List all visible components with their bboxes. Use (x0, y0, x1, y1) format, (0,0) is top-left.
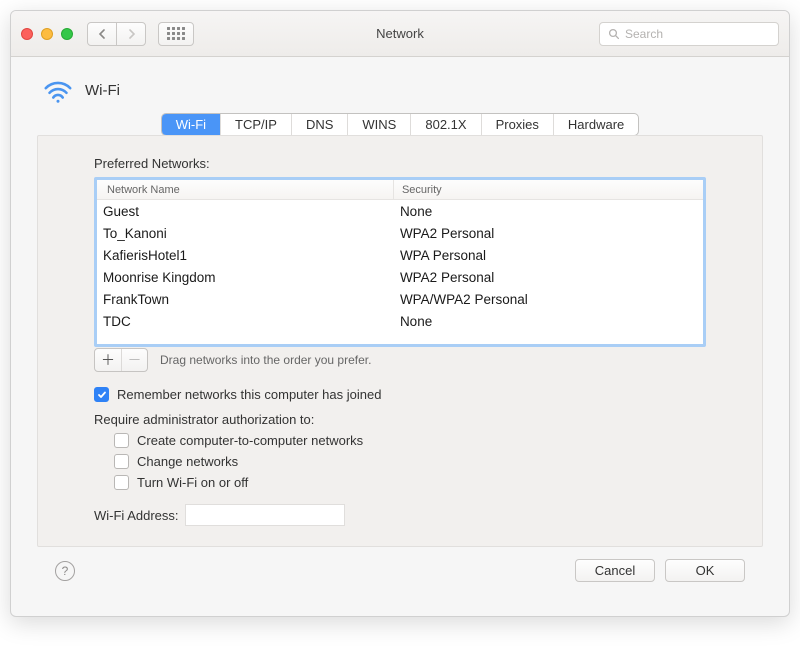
remove-network-button[interactable]: － (121, 349, 147, 371)
tab-tcpip[interactable]: TCP/IP (221, 114, 292, 135)
network-name: To_Kanoni (97, 226, 394, 241)
window-title: Network (376, 26, 424, 41)
network-security: WPA2 Personal (394, 270, 703, 285)
back-button[interactable] (87, 22, 117, 46)
zoom-window-button[interactable] (61, 28, 73, 40)
admin-toggle-checkbox[interactable]: Turn Wi-Fi on or off (114, 475, 706, 490)
network-window: Network Search Wi-Fi Wi-FiTCP/IPDNSWINS8… (10, 10, 790, 617)
settings-panel: Preferred Networks: Network Name Securit… (37, 135, 763, 547)
search-input[interactable]: Search (599, 22, 779, 46)
titlebar: Network Search (11, 11, 789, 57)
network-security: WPA2 Personal (394, 226, 703, 241)
table-row[interactable]: FrankTownWPA/WPA2 Personal (97, 288, 703, 310)
tab-proxies[interactable]: Proxies (482, 114, 554, 135)
column-network-name[interactable]: Network Name (97, 180, 394, 200)
table-row[interactable]: Moonrise KingdomWPA2 Personal (97, 266, 703, 288)
network-security: None (394, 204, 703, 219)
traffic-lights (21, 28, 73, 40)
admin-change-label: Change networks (137, 454, 238, 469)
admin-toggle-label: Turn Wi-Fi on or off (137, 475, 248, 490)
wifi-icon (43, 75, 73, 105)
tab-dns[interactable]: DNS (292, 114, 348, 135)
network-name: Guest (97, 204, 394, 219)
show-all-button[interactable] (158, 22, 194, 46)
cancel-button[interactable]: Cancel (575, 559, 655, 582)
add-remove-buttons: ＋ － (94, 348, 148, 372)
network-name: KafierisHotel1 (97, 248, 394, 263)
preferred-networks-label: Preferred Networks: (94, 156, 706, 171)
network-security: None (394, 314, 703, 329)
add-remove-bar: ＋ － Drag networks into the order you pre… (94, 347, 706, 373)
close-window-button[interactable] (21, 28, 33, 40)
network-security: WPA/WPA2 Personal (394, 292, 703, 307)
table-body: GuestNoneTo_KanoniWPA2 PersonalKafierisH… (97, 200, 703, 344)
nav-buttons (87, 22, 146, 46)
preferred-networks-table[interactable]: Network Name Security GuestNoneTo_Kanoni… (94, 177, 706, 347)
interface-name: Wi-Fi (85, 82, 120, 99)
network-name: FrankTown (97, 292, 394, 307)
wifi-address-label: Wi-Fi Address: (94, 508, 179, 523)
table-row[interactable]: TDCNone (97, 310, 703, 332)
table-header: Network Name Security (97, 180, 703, 200)
checkbox-icon (114, 454, 129, 469)
admin-create-label: Create computer-to-computer networks (137, 433, 363, 448)
admin-auth-label: Require administrator authorization to: (94, 412, 706, 427)
column-security[interactable]: Security (394, 180, 703, 200)
network-name: Moonrise Kingdom (97, 270, 394, 285)
table-row[interactable]: KafierisHotel1WPA Personal (97, 244, 703, 266)
admin-change-checkbox[interactable]: Change networks (114, 454, 706, 469)
help-button[interactable]: ? (55, 561, 75, 581)
checkbox-icon (94, 387, 109, 402)
add-network-button[interactable]: ＋ (95, 349, 121, 371)
table-row[interactable]: GuestNone (97, 200, 703, 222)
wifi-address-value (185, 504, 345, 526)
wifi-address-row: Wi-Fi Address: (94, 504, 706, 526)
ok-button[interactable]: OK (665, 559, 745, 582)
checkbox-icon (114, 433, 129, 448)
tab-wins[interactable]: WINS (348, 114, 411, 135)
remember-label: Remember networks this computer has join… (117, 387, 381, 402)
tab-8021x[interactable]: 802.1X (411, 114, 481, 135)
network-security: WPA Personal (394, 248, 703, 263)
grid-icon (167, 27, 185, 40)
network-name: TDC (97, 314, 394, 329)
drag-hint: Drag networks into the order you prefer. (160, 353, 371, 367)
table-row[interactable]: To_KanoniWPA2 Personal (97, 222, 703, 244)
window-body: Wi-Fi Wi-FiTCP/IPDNSWINS802.1XProxiesHar… (11, 57, 789, 616)
tab-wifi[interactable]: Wi-Fi (162, 114, 221, 135)
checkbox-icon (114, 475, 129, 490)
interface-header: Wi-Fi (43, 75, 763, 105)
search-placeholder: Search (625, 27, 663, 41)
remember-networks-checkbox[interactable]: Remember networks this computer has join… (94, 387, 706, 402)
tab-hardware[interactable]: Hardware (554, 114, 638, 135)
tab-bar: Wi-FiTCP/IPDNSWINS802.1XProxiesHardware (37, 113, 763, 136)
admin-options: Create computer-to-computer networks Cha… (114, 433, 706, 490)
search-icon (608, 28, 620, 40)
admin-create-checkbox[interactable]: Create computer-to-computer networks (114, 433, 706, 448)
forward-button[interactable] (116, 22, 146, 46)
footer: ? Cancel OK (37, 547, 763, 594)
minimize-window-button[interactable] (41, 28, 53, 40)
